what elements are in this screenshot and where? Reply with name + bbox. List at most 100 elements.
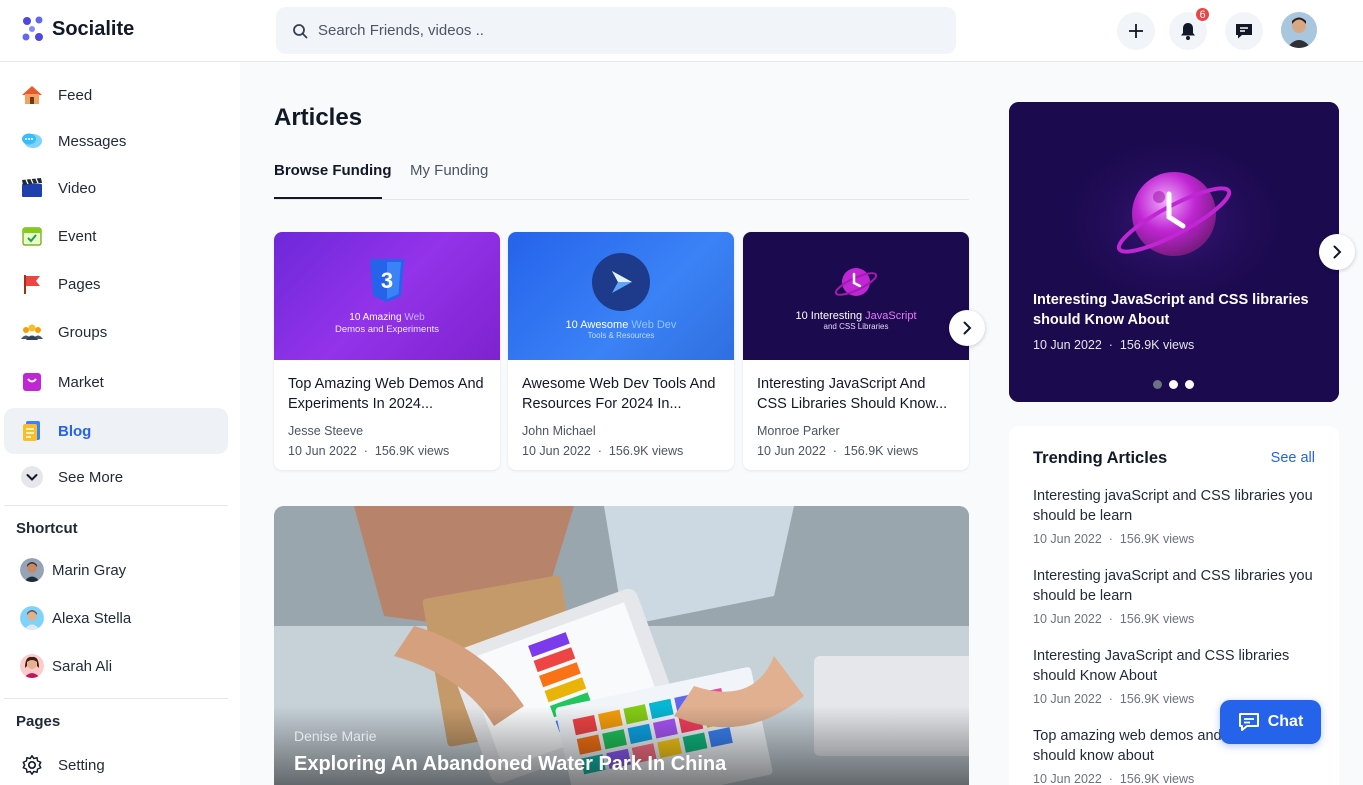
trending-item-title[interactable]: Interesting javaScript and CSS libraries… [1033,566,1318,606]
avatar [20,558,44,582]
article-meta: 10 Jun 2022 · 156.9K views [522,444,684,458]
active-tab-indicator [274,197,382,199]
bell-icon [1181,23,1195,40]
contact-name: Alexa Stella [52,609,132,627]
flag-icon [20,272,44,296]
messages-button[interactable] [1225,12,1263,50]
chevron-down-icon [20,465,44,489]
chat-bubble-icon [1236,24,1252,39]
chevron-right-icon [963,321,972,335]
user-avatar[interactable] [1281,12,1317,48]
create-button[interactable] [1117,12,1155,50]
contact-name: Sarah Ali [52,657,113,675]
top-header: Socialite 6 [0,0,1363,62]
hero-title[interactable]: Exploring An Abandoned Water Park In Chi… [294,753,726,776]
article-title[interactable]: Top Amazing Web Demos And Experiments In… [274,360,500,414]
messages-icon [20,129,44,153]
trending-title: Trending Articles [1033,449,1168,467]
thumbnail-caption: 10 Awesome Web Dev [565,318,677,331]
featured-slider[interactable]: Interesting JavaScript and CSS libraries… [1009,102,1339,402]
article-thumbnail: 10 Awesome Web Dev Tools & Resources [508,232,734,360]
article-card[interactable]: 10 Awesome Web Dev Tools & Resources Awe… [508,232,734,470]
sidebar-item-video[interactable]: Video [4,165,228,211]
sidebar-item-blog[interactable]: Blog [4,408,228,454]
planet-clock-icon [834,267,878,296]
article-author: Monroe Parker [757,424,840,438]
hero-author: Denise Marie [294,728,377,744]
app-name: Socialite [52,17,135,40]
video-icon [20,176,44,200]
tab-bar: Browse Funding My Funding [274,160,969,200]
shortcut-contact[interactable]: Sarah Ali [20,654,112,678]
sidebar-item-label: Blog [58,422,92,440]
shortcut-contact[interactable]: Alexa Stella [20,606,131,630]
avatar [20,606,44,630]
home-icon [20,83,44,107]
thumbnail-subcaption: Demos and Experiments [334,323,440,335]
sidebar-item-feed[interactable]: Feed [4,72,228,118]
page-title: Articles [274,104,363,131]
sidebar-item-label: See More [58,468,124,486]
featured-next-button[interactable] [1319,234,1355,270]
trending-item[interactable]: Interesting JavaScript and CSS libraries… [1033,646,1318,706]
blog-icon [20,419,44,443]
plus-icon [1129,24,1143,38]
search-input[interactable] [318,22,918,39]
avatar [20,654,44,678]
thumbnail-caption: 10 Amazing Web [349,311,425,323]
gear-icon [20,753,44,777]
trending-item-title[interactable]: Interesting JavaScript and CSS libraries… [1033,646,1318,686]
sidebar-item-setting[interactable]: Setting [4,742,228,785]
thumbnail-subcaption: and CSS Libraries [823,321,889,331]
featured-article-hero[interactable]: Denise Marie Exploring An Abandoned Wate… [274,506,969,785]
hero-image [274,506,969,785]
article-title[interactable]: Awesome Web Dev Tools And Resources For … [508,360,734,414]
notification-badge: 6 [1194,6,1211,23]
chevron-right-icon [1333,245,1342,259]
article-card[interactable]: 10 Interesting JavaScript and CSS Librar… [743,232,969,470]
sidebar-item-label: Messages [58,132,127,150]
tab-my-funding[interactable]: My Funding [410,162,488,179]
slider-dot[interactable] [1185,380,1194,389]
trending-item-title[interactable]: Interesting javaScript and CSS libraries… [1033,486,1318,526]
article-card[interactable]: 3 10 Amazing Web Demos and Experiments T… [274,232,500,470]
chat-button[interactable]: Chat [1220,700,1321,744]
see-all-link[interactable]: See all [1271,450,1315,466]
article-title[interactable]: Interesting JavaScript And CSS Libraries… [743,360,969,414]
sidebar-divider [4,698,228,699]
chat-icon [1238,713,1259,731]
slider-dot[interactable] [1153,380,1162,389]
carousel-next-button[interactable] [949,310,985,346]
logo-icon [22,16,43,41]
shortcut-section-title: Shortcut [16,520,78,537]
tab-browse-funding[interactable]: Browse Funding [274,162,392,179]
trending-item[interactable]: Interesting javaScript and CSS libraries… [1033,486,1318,546]
pages-section-title: Pages [16,713,61,730]
featured-title[interactable]: Interesting JavaScript and CSS libraries… [1033,290,1323,330]
sidebar-item-label: Video [58,179,97,197]
trending-item-meta: 10 Jun 2022 · 156.9K views [1033,612,1195,626]
event-icon [20,224,44,248]
trending-item[interactable]: Interesting javaScript and CSS libraries… [1033,566,1318,626]
sidebar-item-messages[interactable]: Messages [4,118,228,164]
article-thumbnail: 3 10 Amazing Web Demos and Experiments [274,232,500,360]
css3-icon: 3 [370,258,404,302]
contact-name: Marin Gray [52,561,127,579]
slider-dot[interactable] [1169,380,1178,389]
featured-meta: 10 Jun 2022 · 156.9K views [1033,338,1195,352]
sidebar-item-pages[interactable]: Pages [4,261,228,307]
groups-icon [20,320,44,344]
search-bar[interactable] [276,7,956,54]
sidebar-item-see-more[interactable]: See More [4,454,228,500]
app-logo[interactable]: Socialite [20,15,134,43]
article-meta: 10 Jun 2022 · 156.9K views [288,444,450,458]
thumbnail-caption: 10 Interesting JavaScript [795,309,917,322]
chat-label: Chat [1267,713,1304,730]
sidebar-item-market[interactable]: Market [4,359,228,405]
sidebar-item-event[interactable]: Event [4,213,228,259]
trending-item-meta: 10 Jun 2022 · 156.9K views [1033,772,1195,785]
notifications-button[interactable]: 6 [1169,6,1211,50]
article-meta: 10 Jun 2022 · 156.9K views [757,444,919,458]
sidebar-item-groups[interactable]: Groups [4,309,228,355]
shortcut-contact[interactable]: Marin Gray [20,558,126,582]
